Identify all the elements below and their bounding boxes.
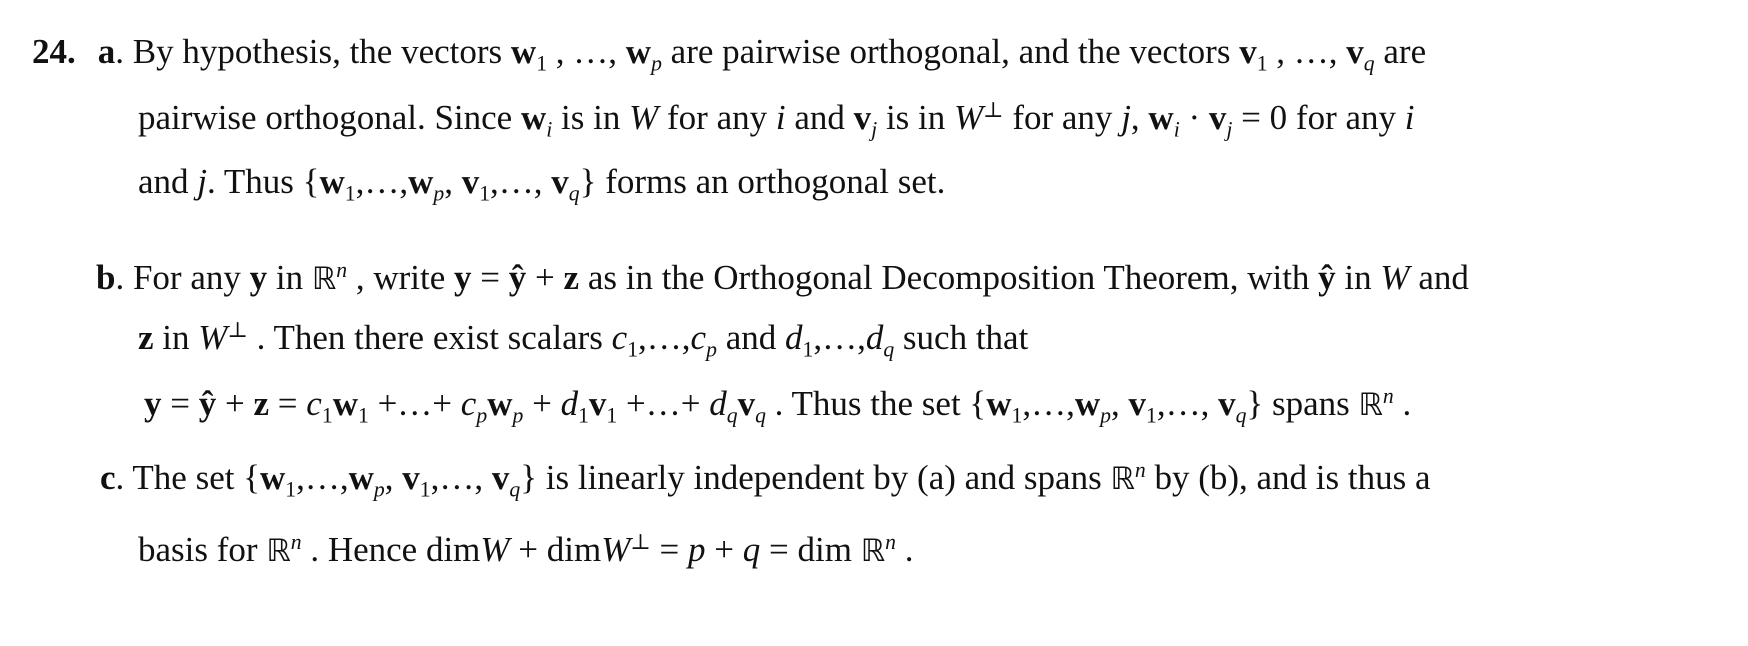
part-a-line-2: pairwise orthogonal. Since wi is in W fo…: [138, 98, 1415, 142]
part-a-line-1: 24. a. By hypothesis, the vectors w1 , …,…: [32, 32, 1427, 76]
part-c-label: c: [100, 458, 116, 497]
problem-number: 24.: [32, 32, 76, 71]
part-a-label: a: [97, 32, 116, 71]
part-b-label: b: [96, 258, 116, 297]
part-b-line-2: z in W⊥ . Then there exist scalars c1,…,…: [138, 318, 1029, 362]
part-b-line-1: b. For any y in ℝn , write y = ŷ + z as …: [96, 258, 1469, 297]
part-b-line-3: y = ŷ + z = c1w1 +…+ cpwp + d1v1 +…+ dqv…: [144, 384, 1412, 428]
part-c-line-1: c. The set {w1,…,wp, v1,…, vq} is linear…: [100, 458, 1431, 502]
part-a-line-3: and j. Thus {w1,…,wp, v1,…, vq} forms an…: [138, 162, 946, 206]
part-c-line-2: basis for ℝn . Hence dimW + dimW⊥ = p + …: [138, 530, 914, 569]
